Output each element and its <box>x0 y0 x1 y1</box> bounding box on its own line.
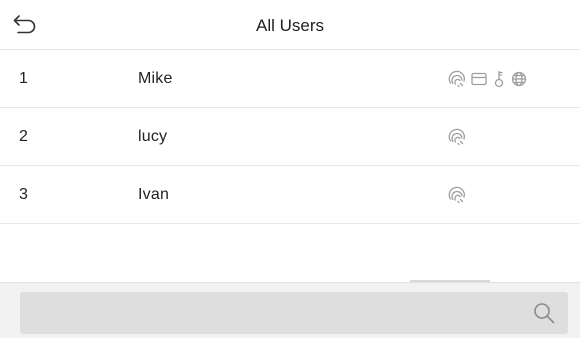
user-name: lucy <box>138 128 168 145</box>
user-list: 1 Mike 2 lucy 3 Ivan <box>0 50 580 224</box>
key-icon <box>492 70 506 88</box>
page-title: All Users <box>255 16 324 35</box>
fingerprint-icon <box>448 128 466 146</box>
verification-icons <box>448 186 466 204</box>
all-users-screen: All Users 1 Mike 2 lucy 3 Ivan <box>0 0 580 338</box>
bottom-bar <box>0 282 580 338</box>
user-number: 2 <box>19 128 28 145</box>
user-row[interactable]: 2 lucy <box>0 108 580 166</box>
fingerprint-icon <box>448 186 466 204</box>
empty-list-area <box>0 224 580 282</box>
card-icon <box>470 70 488 88</box>
search-input[interactable] <box>20 292 568 334</box>
user-name: Mike <box>138 70 173 87</box>
user-name: Ivan <box>138 186 170 203</box>
verification-icons <box>448 128 466 146</box>
header-bar: All Users <box>0 0 580 50</box>
user-row[interactable]: 3 Ivan <box>0 166 580 224</box>
search-icon[interactable] <box>532 301 556 325</box>
user-number: 3 <box>19 186 28 203</box>
user-number: 1 <box>19 70 28 87</box>
verification-icons <box>448 70 528 88</box>
face-icon <box>510 70 528 88</box>
user-row[interactable]: 1 Mike <box>0 50 580 108</box>
fingerprint-icon <box>448 70 466 88</box>
